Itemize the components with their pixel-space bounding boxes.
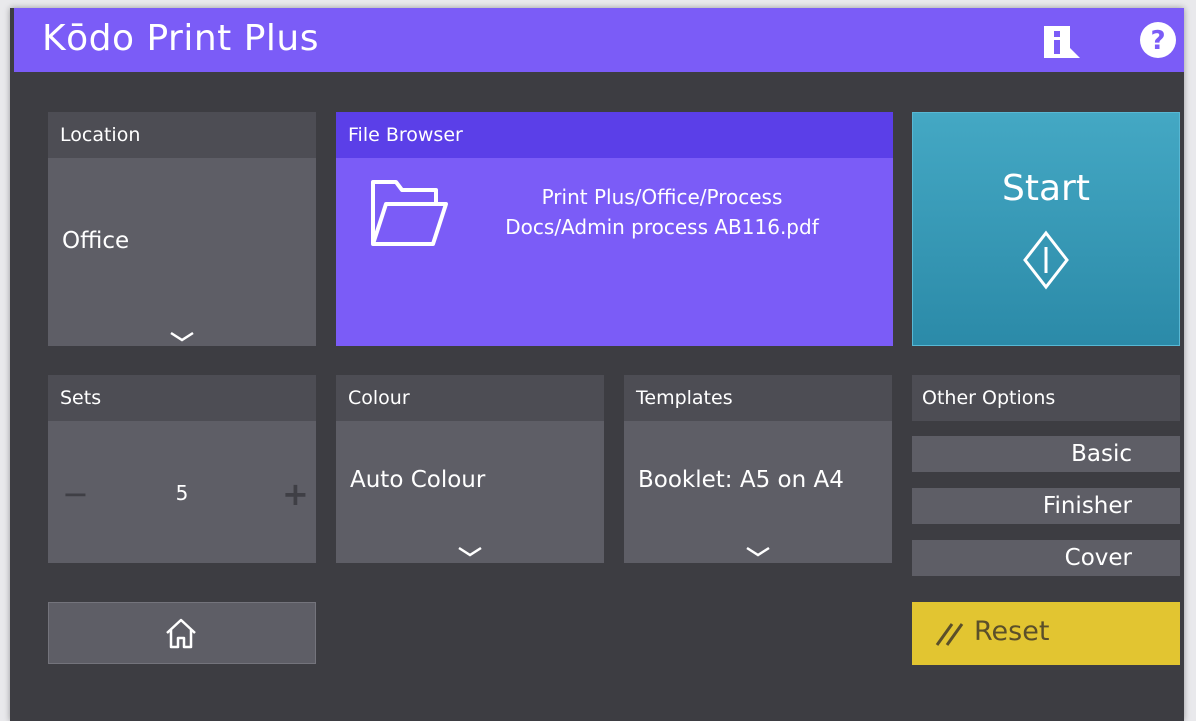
help-icon[interactable]: ? <box>1138 20 1178 60</box>
file-browser-label: File Browser <box>336 112 893 158</box>
info-icon[interactable] <box>1042 20 1082 62</box>
header-bar: Kōdo Print Plus ? <box>14 8 1184 72</box>
svg-text:?: ? <box>1150 26 1165 56</box>
folder-icon <box>371 180 448 246</box>
sets-label: Sets <box>48 375 316 421</box>
sets-increase-button[interactable]: + <box>282 475 309 513</box>
reset-label: Reset <box>974 616 1050 647</box>
start-icon <box>1023 230 1069 290</box>
file-path-line-1: Print Plus/Office/Process <box>541 185 783 209</box>
home-icon <box>166 618 196 649</box>
other-options-label: Other Options <box>912 375 1180 421</box>
sets-value: 5 <box>175 481 189 505</box>
templates-value: Booklet: A5 on A4 <box>638 467 844 493</box>
location-label: Location <box>48 112 316 158</box>
app-title: Kōdo Print Plus <box>42 18 319 59</box>
cover-button[interactable]: Cover <box>912 540 1180 576</box>
location-value: Office <box>62 228 130 254</box>
basic-button[interactable]: Basic <box>912 436 1180 472</box>
templates-label: Templates <box>624 375 892 421</box>
file-path-line-2: Docs/Admin process AB116.pdf <box>505 215 819 239</box>
app-window: Kōdo Print Plus ? Location Office File B… <box>10 8 1184 721</box>
location-dropdown[interactable]: Location Office <box>48 112 316 346</box>
reset-icon <box>935 623 964 646</box>
chevron-down-icon <box>458 546 482 557</box>
file-path: Print Plus/Office/Process Docs/Admin pro… <box>462 182 862 242</box>
templates-dropdown[interactable]: Templates Booklet: A5 on A4 <box>624 375 892 563</box>
chevron-down-icon <box>170 331 194 342</box>
colour-dropdown[interactable]: Colour Auto Colour <box>336 375 604 563</box>
sets-stepper: Sets − 5 + <box>48 375 316 563</box>
colour-value: Auto Colour <box>350 467 486 493</box>
home-button[interactable] <box>48 602 316 664</box>
start-button[interactable]: Start <box>912 112 1180 346</box>
reset-button[interactable]: Reset <box>912 602 1180 665</box>
colour-label: Colour <box>336 375 604 421</box>
start-label: Start <box>1002 168 1090 209</box>
chevron-down-icon <box>746 546 770 557</box>
file-browser-tile[interactable]: File Browser Print Plus/Office/Process D… <box>336 112 893 346</box>
finisher-button[interactable]: Finisher <box>912 488 1180 524</box>
